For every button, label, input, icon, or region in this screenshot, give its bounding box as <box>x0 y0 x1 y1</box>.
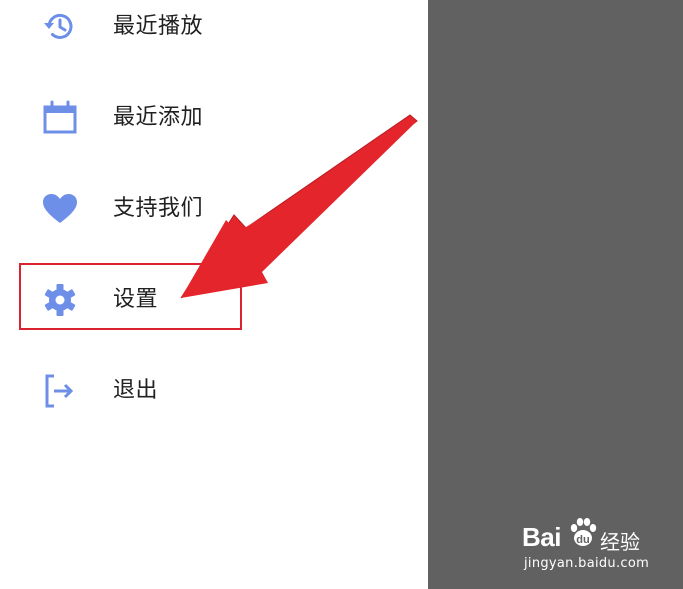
watermark-url: jingyan.baidu.com <box>524 556 650 571</box>
baidu-jingyan-watermark: Bai du 经验 jingyan.baidu.com <box>522 516 672 576</box>
annotation-arrow <box>180 114 418 299</box>
svg-text:du: du <box>576 534 589 546</box>
watermark-suffix: 经验 <box>600 530 640 554</box>
paw-icon: du <box>566 516 600 554</box>
watermark-logo-text: Bai <box>522 522 561 552</box>
